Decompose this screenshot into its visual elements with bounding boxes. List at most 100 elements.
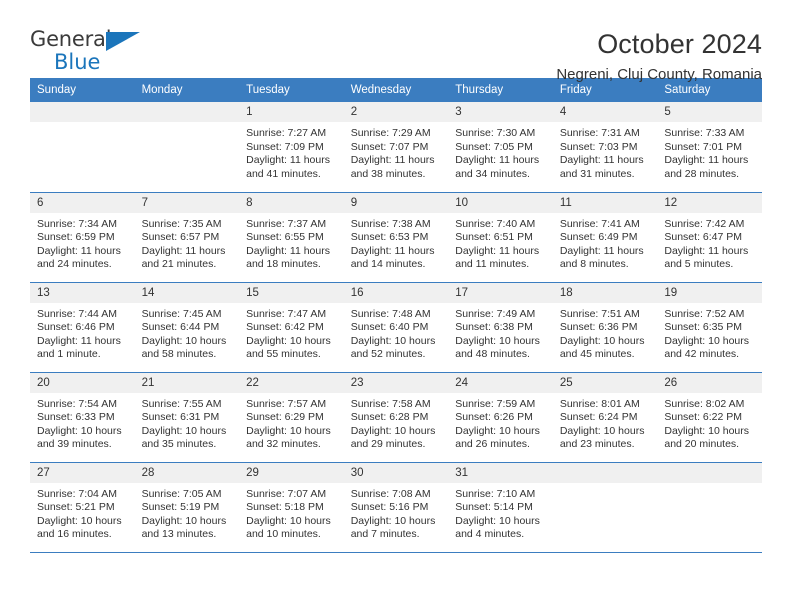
calendar-day-cell[interactable]: 22 Sunrise: 7:57 AM Sunset: 6:29 PM Dayligh… [239, 372, 344, 463]
calendar-day-cell[interactable]: 30 Sunrise: 7:08 AM Sunset: 5:16 PM Dayligh… [343, 462, 449, 553]
calendar-day-cell[interactable]: 9 Sunrise: 7:38 AM Sunset: 6:53 PM Daylight… [343, 192, 449, 283]
day-number: 2 [343, 102, 449, 122]
weekday-header-wednesday: Wednesday [343, 78, 449, 102]
daylight-duration-line2: and 4 minutes. [455, 528, 525, 541]
daylight-duration-line2: and 8 minutes. [559, 258, 629, 271]
day-details: Sunrise: 7:57 AM Sunset: 6:29 PM Daylight:… [239, 393, 344, 452]
calendar-cell-empty [30, 102, 135, 193]
calendar-day-cell[interactable]: 7 Sunrise: 7:35 AM Sunset: 6:57 PM Daylight… [134, 192, 240, 283]
sunrise-time: Sunrise: 7:42 AM [664, 217, 745, 230]
daylight-duration-line2: and 14 minutes. [350, 258, 426, 271]
calendar-day-cell[interactable]: 5 Sunrise: 7:33 AM Sunset: 7:01 PM Daylight… [657, 102, 762, 193]
calendar-day-cell[interactable]: 31 Sunrise: 7:10 AM Sunset: 5:14 PM Dayligh… [448, 462, 553, 553]
sunrise-time: Sunrise: 8:01 AM [559, 397, 640, 410]
daylight-duration-line2: and 32 minutes. [246, 438, 321, 451]
sunrise-time: Sunrise: 7:49 AM [455, 307, 536, 320]
day-number: 18 [552, 282, 658, 303]
calendar-day-cell[interactable]: 3 Sunrise: 7:30 AM Sunset: 7:05 PM Daylight… [448, 102, 553, 193]
day-details: Sunrise: 7:07 AM Sunset: 5:18 PM Daylight:… [239, 483, 344, 542]
weekday-header-monday: Monday [134, 78, 240, 102]
calendar-cell-empty [134, 102, 240, 193]
daylight-duration-line2: and 28 minutes. [664, 167, 740, 180]
calendar-day-cell[interactable]: 1 Sunrise: 7:27 AM Sunset: 7:09 PM Daylight… [239, 102, 344, 193]
page-header: General Blue October 2024 Negreni, Cluj … [30, 0, 762, 83]
sunset-time: Sunset: 5:14 PM [455, 501, 533, 514]
day-details: Sunrise: 7:58 AM Sunset: 6:28 PM Daylight:… [344, 393, 449, 452]
day-details: Sunrise: 7:41 AM Sunset: 6:49 PM Daylight:… [553, 213, 658, 272]
sunset-time: Sunset: 6:36 PM [559, 321, 638, 334]
calendar-day-cell[interactable]: 2 Sunrise: 7:29 AM Sunset: 7:07 PM Daylight… [343, 102, 449, 193]
sunset-time: Sunset: 6:35 PM [664, 321, 743, 334]
calendar-week-row: 13 Sunrise: 7:44 AM Sunset: 6:46 PM Dayligh… [30, 282, 762, 373]
sunrise-time: Sunrise: 7:04 AM [37, 487, 117, 500]
sunset-time: Sunset: 5:19 PM [141, 501, 220, 514]
daylight-duration-line2: and 26 minutes. [455, 438, 530, 451]
daylight-duration-line2: and 55 minutes. [246, 348, 321, 361]
daylight-duration-line2: and 7 minutes. [350, 528, 420, 541]
calendar-day-cell[interactable]: 10 Sunrise: 7:40 AM Sunset: 6:51 PM Dayligh… [448, 192, 553, 283]
daylight-duration-line1: Daylight: 10 hours [141, 514, 227, 527]
day-number: 29 [239, 462, 344, 483]
calendar-day-cell[interactable]: 26 Sunrise: 8:02 AM Sunset: 6:22 PM Dayligh… [657, 372, 762, 463]
day-details: Sunrise: 7:44 AM Sunset: 6:46 PM Daylight:… [30, 303, 135, 362]
sunset-time: Sunset: 5:16 PM [350, 501, 429, 514]
day-details: Sunrise: 7:31 AM Sunset: 7:03 PM Daylight:… [553, 122, 658, 181]
calendar-day-cell[interactable]: 24 Sunrise: 7:59 AM Sunset: 6:26 PM Dayligh… [448, 372, 553, 463]
calendar-day-cell[interactable]: 8 Sunrise: 7:37 AM Sunset: 6:55 PM Daylight… [239, 192, 344, 283]
calendar-day-cell[interactable]: 20 Sunrise: 7:54 AM Sunset: 6:33 PM Dayligh… [30, 372, 135, 463]
daylight-duration-line1: Daylight: 11 hours [141, 244, 226, 257]
logo-text-blue: Blue [54, 50, 101, 74]
daylight-duration-line2: and 45 minutes. [559, 348, 635, 361]
sunset-time: Sunset: 6:38 PM [455, 321, 533, 334]
calendar-day-cell[interactable]: 28 Sunrise: 7:05 AM Sunset: 5:19 PM Dayligh… [134, 462, 240, 553]
sunset-time: Sunset: 6:24 PM [559, 411, 638, 424]
sunrise-time: Sunrise: 7:38 AM [350, 217, 431, 230]
day-number: 13 [30, 282, 135, 303]
calendar-day-cell[interactable]: 15 Sunrise: 7:47 AM Sunset: 6:42 PM Dayligh… [239, 282, 344, 373]
daylight-duration-line1: Daylight: 11 hours [664, 154, 749, 167]
calendar-day-cell[interactable]: 27 Sunrise: 7:04 AM Sunset: 5:21 PM Dayligh… [30, 462, 135, 553]
day-number: 27 [30, 462, 135, 483]
sunrise-time: Sunrise: 7:52 AM [664, 307, 745, 320]
daylight-duration-line1: Daylight: 11 hours [37, 334, 121, 347]
sunset-time: Sunset: 6:49 PM [559, 231, 638, 244]
daylight-duration-line1: Daylight: 10 hours [246, 514, 331, 527]
sunrise-time: Sunrise: 7:48 AM [350, 307, 431, 320]
calendar-day-cell[interactable]: 18 Sunrise: 7:51 AM Sunset: 6:36 PM Dayligh… [552, 282, 658, 373]
calendar-day-cell[interactable]: 13 Sunrise: 7:44 AM Sunset: 6:46 PM Dayligh… [30, 282, 135, 373]
daylight-duration-line1: Daylight: 10 hours [350, 334, 436, 347]
calendar-day-cell[interactable]: 12 Sunrise: 7:42 AM Sunset: 6:47 PM Dayligh… [657, 192, 762, 283]
day-details: Sunrise: 7:47 AM Sunset: 6:42 PM Daylight:… [239, 303, 344, 362]
sunrise-time: Sunrise: 7:08 AM [350, 487, 431, 500]
daylight-duration-line1: Daylight: 10 hours [350, 514, 436, 527]
day-number: 31 [448, 462, 553, 483]
calendar-day-cell[interactable]: 19 Sunrise: 7:52 AM Sunset: 6:35 PM Dayligh… [657, 282, 762, 373]
calendar-day-cell[interactable]: 14 Sunrise: 7:45 AM Sunset: 6:44 PM Dayligh… [134, 282, 240, 373]
calendar-day-cell[interactable]: 11 Sunrise: 7:41 AM Sunset: 6:49 PM Dayligh… [552, 192, 658, 283]
sunset-time: Sunset: 6:47 PM [664, 231, 743, 244]
daylight-duration-line1: Daylight: 11 hours [246, 154, 330, 167]
daylight-duration-line1: Daylight: 10 hours [37, 514, 122, 527]
calendar-day-cell[interactable]: 16 Sunrise: 7:48 AM Sunset: 6:40 PM Dayligh… [343, 282, 449, 373]
daylight-duration-line1: Daylight: 10 hours [559, 334, 645, 347]
day-number: 4 [552, 102, 658, 122]
day-number [552, 462, 658, 483]
sunset-time: Sunset: 7:07 PM [350, 140, 429, 153]
day-number: 19 [657, 282, 762, 303]
calendar-day-cell[interactable]: 6 Sunrise: 7:34 AM Sunset: 6:59 PM Daylight… [30, 192, 135, 283]
calendar-day-cell[interactable]: 21 Sunrise: 7:55 AM Sunset: 6:31 PM Dayligh… [134, 372, 240, 463]
calendar-day-cell[interactable]: 23 Sunrise: 7:58 AM Sunset: 6:28 PM Dayligh… [343, 372, 449, 463]
daylight-duration-line2: and 24 minutes. [37, 258, 112, 271]
weekday-header-thursday: Thursday [448, 78, 553, 102]
calendar-day-cell[interactable]: 4 Sunrise: 7:31 AM Sunset: 7:03 PM Daylight… [552, 102, 658, 193]
sunrise-time: Sunrise: 8:02 AM [664, 397, 745, 410]
calendar-day-cell[interactable]: 25 Sunrise: 8:01 AM Sunset: 6:24 PM Dayligh… [552, 372, 658, 463]
sunrise-time: Sunrise: 7:10 AM [455, 487, 536, 500]
calendar-body: 1 Sunrise: 7:27 AM Sunset: 7:09 PM Daylight… [30, 102, 762, 553]
sunset-time: Sunset: 6:40 PM [350, 321, 429, 334]
day-details: Sunrise: 7:40 AM Sunset: 6:51 PM Daylight:… [448, 213, 553, 272]
calendar-day-cell[interactable]: 17 Sunrise: 7:49 AM Sunset: 6:38 PM Dayligh… [448, 282, 553, 373]
day-details: Sunrise: 7:34 AM Sunset: 6:59 PM Daylight:… [30, 213, 135, 272]
sunrise-time: Sunrise: 7:27 AM [246, 127, 327, 139]
calendar-day-cell[interactable]: 29 Sunrise: 7:07 AM Sunset: 5:18 PM Dayligh… [239, 462, 344, 553]
